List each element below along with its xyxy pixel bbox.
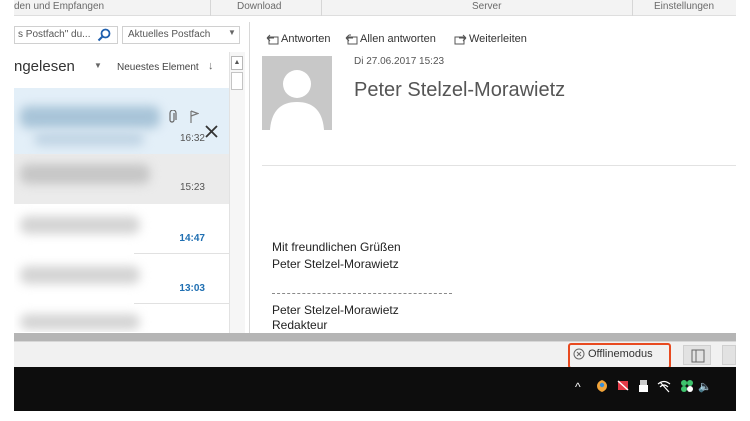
signature-separator (272, 293, 452, 294)
forward-label: Weiterleiten (469, 33, 527, 45)
chevron-down-icon[interactable]: ▼ (94, 61, 102, 70)
sort-direction-icon[interactable]: ↓ (208, 60, 214, 72)
avatar (262, 56, 332, 130)
message-list-scrollbar[interactable] (229, 52, 245, 333)
reply-all-icon (345, 34, 358, 44)
blurred-preview (34, 132, 144, 146)
header-divider (262, 165, 736, 166)
chevron-up-icon[interactable]: ^ (575, 380, 581, 394)
attachment-icon (169, 110, 177, 123)
tab-server[interactable]: Server (472, 1, 501, 12)
network-icon[interactable] (657, 379, 672, 393)
body-line: Peter Stelzel-Morawietz (272, 257, 399, 271)
sort-by-button[interactable]: Neuestes Element (117, 62, 199, 73)
chevron-down-icon[interactable]: ▼ (228, 28, 236, 37)
blurred-preview (20, 164, 150, 184)
message-time: 15:23 (179, 182, 205, 193)
volume-icon[interactable]: 🔈 (698, 380, 712, 393)
security-icon[interactable] (680, 379, 694, 393)
sender-name[interactable]: Peter Stelzel-Morawietz (354, 79, 565, 102)
tab-settings[interactable]: Einstellungen (654, 1, 714, 12)
message-row[interactable]: 14:47 (14, 204, 229, 254)
flag-tray-icon[interactable] (617, 379, 630, 393)
message-row[interactable]: 13:03 (14, 254, 229, 304)
tab-separator (321, 0, 322, 16)
view-normal-icon (691, 349, 705, 363)
filter-unread[interactable]: ngelesen (14, 58, 75, 75)
view-normal-button[interactable] (683, 345, 711, 365)
blurred-preview (20, 106, 160, 128)
offline-icon (573, 348, 585, 360)
message-row[interactable]: 15:23 (14, 154, 229, 204)
tab-separator (632, 0, 633, 16)
search-scope-dropdown[interactable]: Aktuelles Postfach (122, 26, 240, 44)
tab-send-receive[interactable]: den und Empfangen (14, 1, 104, 12)
message-date: Di 27.06.2017 15:23 (354, 56, 445, 67)
tab-separator (210, 0, 211, 16)
blurred-preview (20, 314, 140, 330)
usb-icon[interactable] (638, 379, 649, 393)
message-list: 16:32 15:23 14:47 13:03 (14, 88, 229, 332)
pane-divider[interactable] (249, 22, 250, 333)
defender-icon[interactable] (596, 379, 608, 393)
message-time: 16:32 (179, 133, 205, 144)
message-time: 13:03 (179, 283, 205, 294)
reply-icon (266, 34, 279, 44)
window-separator (14, 333, 736, 341)
forward-button[interactable]: Weiterleiten (454, 33, 527, 45)
message-time: 14:47 (179, 233, 205, 244)
blurred-preview (20, 216, 140, 234)
tab-download[interactable]: Download (237, 1, 281, 12)
offline-mode-indicator[interactable]: Offlinemodus (573, 348, 653, 360)
delete-icon[interactable] (205, 125, 218, 138)
offline-label: Offlinemodus (588, 348, 653, 360)
scrollbar-thumb[interactable] (231, 72, 243, 90)
ribbon-tab-bar: den und Empfangen Download Server Einste… (14, 0, 736, 16)
reply-all-button[interactable]: Allen antworten (345, 33, 436, 45)
flag-icon[interactable] (190, 110, 199, 123)
message-row[interactable] (14, 304, 229, 332)
reply-all-label: Allen antworten (360, 33, 436, 45)
body-line: Redakteur (272, 318, 328, 332)
avatar-icon (270, 70, 324, 130)
body-line: Peter Stelzel-Morawietz (272, 303, 399, 317)
body-line: Mit freundlichen Grüßen (272, 240, 401, 254)
blurred-preview (20, 266, 140, 284)
reply-button[interactable]: Antworten (266, 33, 331, 45)
view-reading-button[interactable] (722, 345, 736, 365)
scroll-up-icon[interactable]: ▲ (231, 56, 243, 70)
forward-icon (454, 34, 467, 44)
search-icon[interactable] (97, 28, 111, 42)
message-row-selected[interactable]: 16:32 (14, 88, 229, 154)
reply-label: Antworten (281, 33, 331, 45)
